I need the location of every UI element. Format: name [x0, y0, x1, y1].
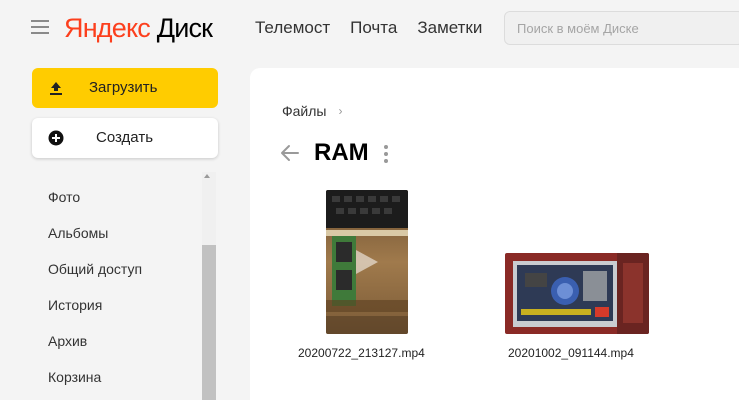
video-thumbnail-horizontal[interactable]: [505, 253, 649, 334]
sidebar-item-history[interactable]: История: [48, 296, 102, 314]
menu-icon[interactable]: [31, 19, 49, 35]
breadcrumb: Файлы ›: [282, 103, 342, 119]
top-nav: Телемост Почта Заметки: [255, 17, 502, 39]
yandex-disk-logo[interactable]: Яндекс Диск: [64, 12, 213, 44]
more-options-icon[interactable]: [382, 145, 390, 163]
plus-circle-icon: [48, 130, 64, 146]
sidebar-item-albums[interactable]: Альбомы: [48, 224, 108, 242]
back-arrow-icon[interactable]: [280, 144, 300, 162]
video-thumbnail-image: [505, 253, 649, 334]
breadcrumb-chevron-icon: ›: [338, 104, 343, 118]
video-thumbnail-image: [326, 190, 408, 334]
sidebar-item-photos[interactable]: Фото: [48, 188, 80, 206]
sidebar-item-trash[interactable]: Корзина: [48, 368, 101, 386]
sidebar-item-archive[interactable]: Архив: [48, 332, 87, 350]
page-title: RAM: [314, 139, 369, 166]
upload-button[interactable]: Загрузить: [32, 68, 218, 108]
video-thumbnail-vertical[interactable]: [326, 190, 408, 334]
create-button-label: Создать: [96, 129, 154, 146]
sidebar-item-shared[interactable]: Общий доступ: [48, 260, 142, 278]
nav-telemost[interactable]: Телемост: [255, 17, 330, 39]
nav-notes[interactable]: Заметки: [417, 17, 482, 39]
create-button[interactable]: Создать: [32, 118, 218, 158]
upload-icon: [50, 82, 62, 95]
logo-yandex-text: Яндекс: [64, 13, 151, 43]
scrollbar-thumb[interactable]: [202, 245, 216, 400]
logo-disk-text: Диск: [156, 13, 213, 43]
file-name: 20200722_213127.mp4: [298, 346, 425, 360]
upload-button-label: Загрузить: [89, 79, 158, 96]
main-panel: Файлы › RAM 20200722_213127.mp4 20201002…: [250, 68, 739, 400]
top-header: Яндекс Диск Телемост Почта Заметки: [0, 0, 739, 58]
scroll-up-arrow-icon[interactable]: [204, 174, 210, 178]
search-input[interactable]: [504, 11, 739, 45]
breadcrumb-files[interactable]: Файлы: [282, 103, 326, 119]
nav-mail[interactable]: Почта: [350, 17, 397, 39]
file-name: 20201002_091144.mp4: [508, 346, 634, 360]
